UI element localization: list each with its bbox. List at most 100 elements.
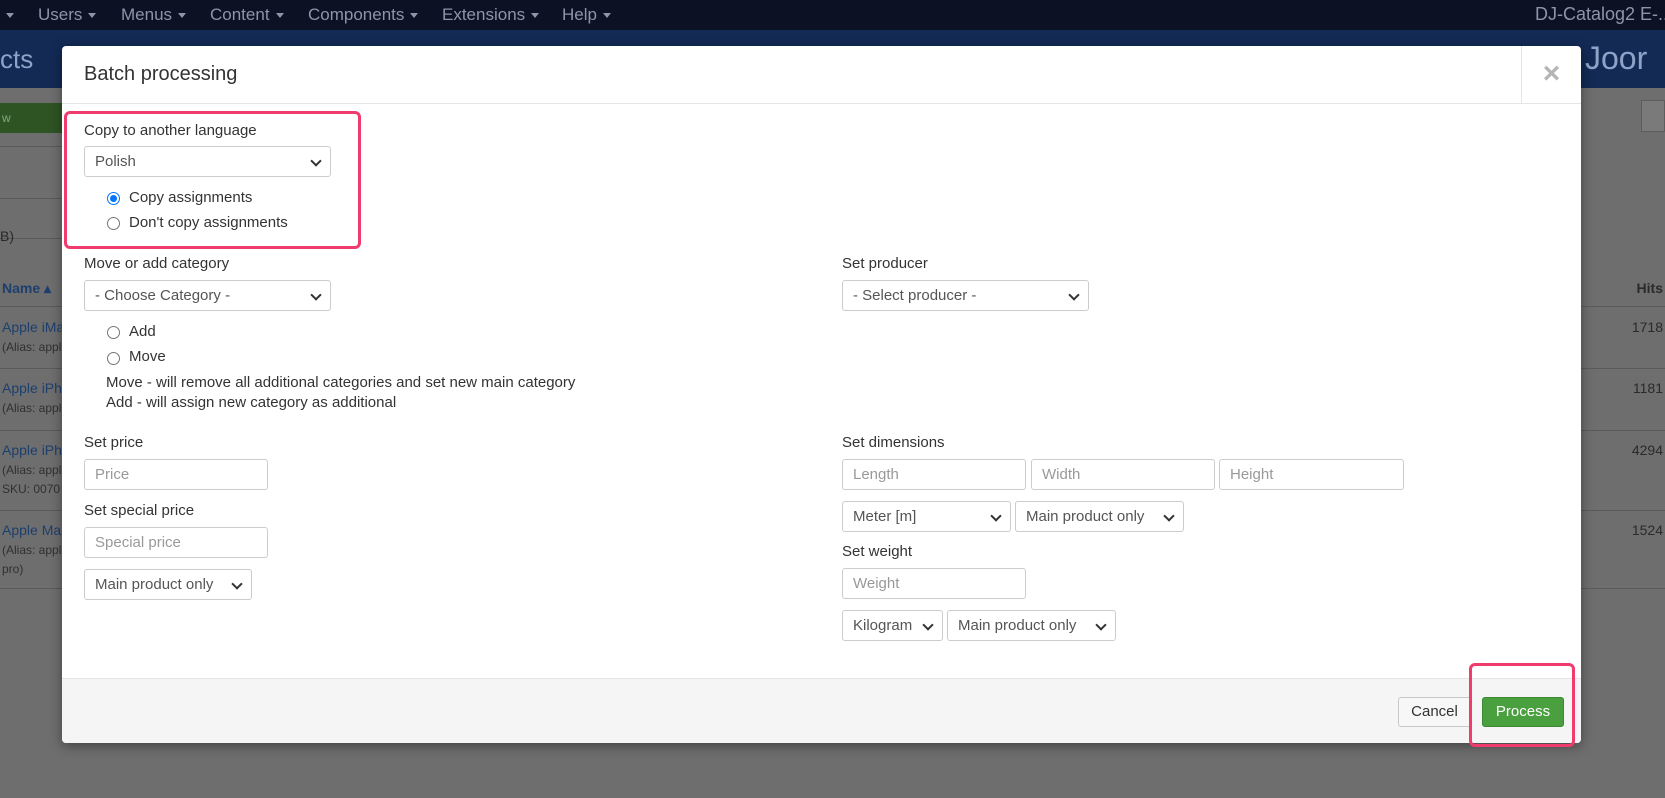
weight-input[interactable]: Weight: [842, 568, 1026, 599]
product-name-link[interactable]: Apple iMa: [2, 319, 64, 335]
options-gear-icon[interactable]: [1641, 100, 1665, 132]
width-placeholder: Width: [1042, 466, 1081, 483]
site-name-link[interactable]: DJ-Catalog2 E-...: [1535, 4, 1665, 25]
weight-scope-select[interactable]: Main product only: [947, 610, 1116, 641]
chevron-down-icon: [1095, 619, 1107, 631]
chevron-down-icon: [231, 578, 243, 590]
price-placeholder: Price: [95, 466, 130, 483]
dimension-scope-value: Main product only: [1026, 508, 1145, 525]
divider: [1575, 368, 1665, 369]
producer-selected-value: - Select producer -: [853, 287, 977, 304]
dont-copy-assignments-label[interactable]: Don't copy assignments: [129, 214, 288, 231]
language-label: Copy to another language: [84, 122, 257, 139]
modal-header: Batch processing ×: [62, 46, 1581, 104]
price-input[interactable]: Price: [84, 459, 268, 490]
hits-column-header[interactable]: Hits: [1637, 280, 1663, 296]
dimension-unit-value: Meter [m]: [853, 508, 917, 525]
name-column-header[interactable]: Name ▴: [2, 280, 51, 297]
category-label: Move or add category: [84, 255, 230, 272]
product-hits: 1181: [1632, 380, 1663, 396]
modal-footer: Cancel Process: [62, 678, 1581, 743]
product-name-link[interactable]: Apple iPh: [2, 380, 62, 396]
divider: [0, 146, 62, 147]
height-input[interactable]: Height: [1219, 459, 1404, 490]
chevron-down-icon: [310, 289, 322, 301]
category-move-help: Move - will remove all additional catego…: [106, 374, 576, 391]
special-price-label: Set special price: [84, 502, 195, 519]
special-price-scope-value: Main product only: [95, 576, 214, 593]
chevron-down-icon: [990, 510, 1002, 522]
divider: [1575, 306, 1665, 307]
product-hits: 4294: [1631, 442, 1663, 458]
dimension-unit-select[interactable]: Meter [m]: [842, 501, 1011, 532]
new-button[interactable]: w: [0, 103, 62, 133]
close-icon[interactable]: ×: [1521, 46, 1581, 104]
product-alias: (Alias: appl: [2, 401, 62, 415]
product-alias-end: pro): [2, 562, 24, 576]
producer-select[interactable]: - Select producer -: [842, 280, 1089, 311]
copy-assignments-label[interactable]: Copy assignments: [129, 189, 252, 206]
chevron-down-icon: [922, 619, 934, 631]
weight-unit-select[interactable]: Kilogram: [842, 610, 943, 641]
language-selected-value: Polish: [95, 153, 136, 170]
category-selected-value: - Choose Category -: [95, 287, 231, 304]
special-price-placeholder: Special price: [95, 534, 181, 551]
producer-label: Set producer: [842, 255, 928, 272]
joomla-logo: Joor: [1585, 40, 1648, 76]
product-hits: 1524: [1631, 522, 1663, 538]
dont-copy-assignments-radio[interactable]: [107, 217, 120, 230]
dimension-scope-select[interactable]: Main product only: [1015, 501, 1184, 532]
chevron-down-icon: [310, 155, 322, 167]
height-placeholder: Height: [1230, 466, 1274, 483]
special-price-input[interactable]: Special price: [84, 527, 268, 558]
price-label: Set price: [84, 434, 144, 451]
category-add-radio[interactable]: [107, 326, 120, 339]
process-button[interactable]: Process: [1482, 697, 1564, 727]
divider: [0, 368, 62, 369]
weight-label: Set weight: [842, 543, 913, 560]
category-add-label[interactable]: Add: [129, 323, 156, 340]
category-move-label[interactable]: Move: [129, 348, 166, 365]
menu-users[interactable]: Users: [38, 5, 97, 25]
language-select[interactable]: Polish: [84, 146, 331, 177]
category-select[interactable]: - Choose Category -: [84, 280, 331, 311]
product-hits: 1718: [1631, 319, 1663, 335]
product-name-link[interactable]: Apple Ma: [2, 522, 61, 538]
menu-extensions[interactable]: Extensions: [442, 5, 540, 25]
divider: [0, 430, 62, 431]
menu-content[interactable]: Content: [210, 5, 284, 25]
product-alias: (Alias: appl: [2, 463, 62, 477]
batch-processing-modal: Batch processing × Copy to another langu…: [62, 46, 1581, 743]
divider: [1575, 430, 1665, 431]
chevron-down-icon: [1068, 289, 1080, 301]
product-name-link[interactable]: Apple iPh: [2, 442, 62, 458]
chevron-down-icon: [602, 13, 611, 19]
menu-help[interactable]: Help: [562, 5, 611, 25]
length-input[interactable]: Length: [842, 459, 1026, 490]
weight-scope-value: Main product only: [958, 617, 1077, 634]
weight-unit-value: Kilogram: [853, 617, 913, 634]
chevron-down-icon: [531, 13, 540, 19]
cancel-button[interactable]: Cancel: [1398, 697, 1471, 727]
chevron-down-icon: [178, 13, 187, 19]
chevron-down-icon: [410, 13, 419, 19]
menu-menus[interactable]: Menus: [121, 5, 187, 25]
menu-caret-fragment[interactable]: [0, 5, 14, 25]
divider: [1575, 588, 1665, 589]
divider: [1575, 510, 1665, 511]
divider: [0, 306, 62, 307]
product-alias: (Alias: appl: [2, 340, 62, 354]
chevron-down-icon: [275, 13, 284, 19]
width-input[interactable]: Width: [1031, 459, 1215, 490]
category-add-help: Add - will assign new category as additi…: [106, 394, 397, 411]
weight-placeholder: Weight: [853, 575, 900, 592]
page-title: cts: [0, 44, 34, 74]
dimensions-label: Set dimensions: [842, 434, 945, 451]
copy-assignments-radio[interactable]: [107, 192, 120, 205]
menu-components[interactable]: Components: [308, 5, 419, 25]
category-move-radio[interactable]: [107, 352, 120, 365]
product-alias: (Alias: appl: [2, 543, 62, 557]
special-price-scope-select[interactable]: Main product only: [84, 569, 252, 600]
top-navigation-bar: Users Menus Content Components Extension…: [0, 0, 1665, 30]
length-placeholder: Length: [853, 466, 899, 483]
